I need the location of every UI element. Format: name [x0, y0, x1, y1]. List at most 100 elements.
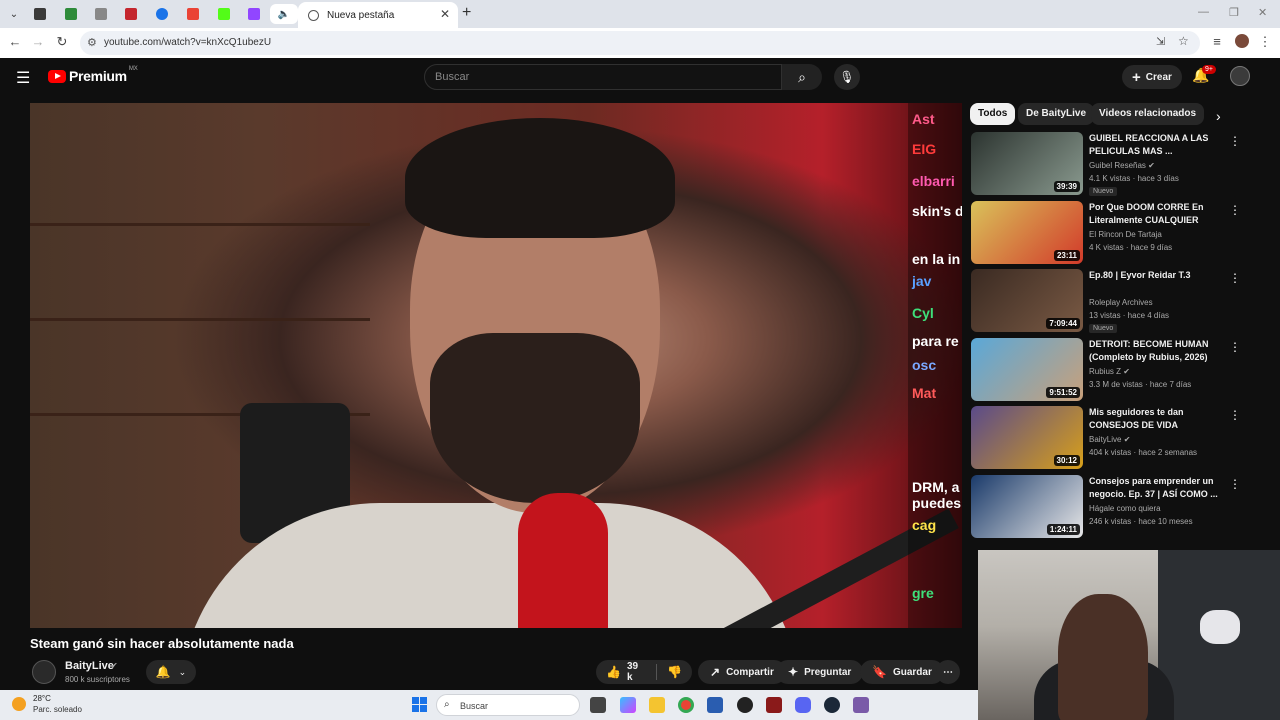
close-window-icon[interactable]: ✕: [1258, 6, 1267, 19]
pinned-tab[interactable]: [148, 4, 176, 24]
recommendation-title[interactable]: GUIBEL REACCIONA A LAS PELICULAS MAS ...: [1089, 132, 1227, 158]
recommendation-item[interactable]: 7:09:44 Ep.80 | Eyvor Reidar T.3 Roleplay …: [971, 269, 1241, 333]
video-thumbnail[interactable]: 30:12: [971, 406, 1083, 469]
chat-message: osc: [912, 357, 937, 373]
thumbs-down-icon: 👎: [667, 665, 682, 679]
install-app-icon[interactable]: ⇲: [1156, 35, 1165, 48]
recommendation-item[interactable]: 1:24:11 Consejos para emprender un negoci…: [971, 474, 1241, 539]
chip-all[interactable]: Todos: [970, 103, 1016, 125]
recommendation-meta: 246 k vistas · hace 10 meses: [1089, 516, 1193, 526]
maximize-icon[interactable]: ❐: [1229, 6, 1239, 19]
bookmark-star-icon[interactable]: ☆: [1178, 34, 1189, 48]
taskbar-search[interactable]: ⌕ Buscar: [436, 694, 580, 716]
pinned-tab[interactable]: [117, 4, 145, 24]
minimize-icon[interactable]: —: [1198, 6, 1209, 18]
app-icon[interactable]: [737, 697, 753, 713]
channel-name[interactable]: BaityLive: [65, 660, 114, 672]
chrome-icon[interactable]: [678, 697, 694, 713]
file-explorer-icon[interactable]: [649, 697, 665, 713]
app-icon[interactable]: [853, 697, 869, 713]
ask-button[interactable]: ✦ Preguntar: [776, 660, 864, 684]
recommendation-title[interactable]: Por Que DOOM CORRE En Literalmente CUALQ…: [1089, 201, 1227, 227]
chevron-right-icon[interactable]: ›: [1216, 108, 1221, 124]
channel-avatar[interactable]: [32, 660, 56, 684]
back-icon[interactable]: ←: [6, 34, 24, 49]
recommendation-title[interactable]: Ep.80 | Eyvor Reidar T.3: [1089, 269, 1227, 282]
video-thumbnail[interactable]: 9:51:52: [971, 337, 1083, 401]
recommendation-title[interactable]: DETROIT: BECOME HUMAN (Completo by Rubiu…: [1089, 338, 1227, 364]
pinned-tab[interactable]: [210, 4, 238, 24]
more-vertical-icon[interactable]: ⋮: [1229, 408, 1241, 422]
more-vertical-icon[interactable]: ⋮: [1229, 477, 1241, 491]
forward-icon[interactable]: →: [29, 34, 47, 49]
video-thumbnail[interactable]: 23:11: [971, 200, 1083, 264]
tab-new[interactable]: Nueva pestaña ✕: [298, 2, 458, 28]
more-vertical-icon[interactable]: ⋮: [1229, 203, 1241, 217]
recommendation-meta: 4 K vistas · hace 9 días: [1089, 242, 1173, 252]
chip-from-channel[interactable]: De BaityLive: [1018, 103, 1095, 125]
video-thumbnail[interactable]: 1:24:11: [971, 474, 1083, 538]
pinned-tab[interactable]: [87, 4, 115, 24]
like-button[interactable]: 👍 39 k: [596, 660, 656, 684]
video-duration: 23:11: [1053, 249, 1080, 261]
reading-list-icon[interactable]: ≡: [1208, 34, 1226, 49]
new-badge: Nuevo: [1089, 187, 1118, 196]
site-info-icon[interactable]: ⚙: [87, 36, 97, 49]
task-view-icon[interactable]: [590, 697, 606, 713]
recommendation-title[interactable]: Consejos para emprender un negocio. Ep. …: [1089, 475, 1227, 501]
discord-icon[interactable]: [795, 697, 811, 713]
more-vertical-icon[interactable]: ⋮: [1229, 340, 1241, 354]
copilot-icon[interactable]: [620, 697, 636, 713]
recommendation-item[interactable]: 9:51:52 DETROIT: BECOME HUMAN (Completo b…: [971, 337, 1241, 402]
youtube-logo[interactable]: Premium MX: [48, 66, 138, 84]
sun-icon[interactable]: [12, 697, 26, 711]
recommendation-item[interactable]: 39:39 GUIBEL REACCIONA A LAS PELICULAS MA…: [971, 132, 1241, 196]
pinned-tab[interactable]: [57, 4, 85, 24]
more-actions-button[interactable]: ⋯: [936, 660, 960, 684]
windows-start-icon[interactable]: [412, 697, 427, 712]
hamburger-menu-icon[interactable]: ☰: [16, 68, 30, 88]
pinned-tab[interactable]: [179, 4, 207, 24]
chat-overlay: Ast EIG elbarri skin's d en la in jav Cyl para …: [908, 103, 962, 628]
profile-avatar[interactable]: [1235, 34, 1249, 48]
recommendation-item[interactable]: 23:11 Por Que DOOM CORRE En Literalmente …: [971, 200, 1241, 265]
pinned-tab-youtube[interactable]: 🔈: [270, 4, 298, 24]
new-tab-button[interactable]: +: [462, 4, 471, 22]
create-button[interactable]: + Crear: [1122, 65, 1182, 89]
weather-temperature[interactable]: 28°C: [33, 694, 51, 703]
verified-icon: ✔: [1148, 161, 1155, 170]
video-thumbnail[interactable]: 7:09:44: [971, 269, 1083, 332]
browser-tab-strip: ⌄ 🔈 Nueva pestaña ✕ + — ❐ ✕: [0, 0, 1280, 28]
recommendation-item[interactable]: 30:12 Mis seguidores te dan CONSEJOS DE V…: [971, 406, 1241, 470]
app-icon: [156, 8, 168, 20]
more-vertical-icon[interactable]: ⋮: [1229, 271, 1241, 285]
account-avatar[interactable]: [1230, 66, 1250, 86]
weather-description[interactable]: Parc. soleado: [33, 705, 82, 714]
video-duration: 9:51:52: [1046, 386, 1080, 398]
app-icon[interactable]: [766, 697, 782, 713]
steam-icon[interactable]: [824, 697, 840, 713]
address-bar[interactable]: ⚙ youtube.com/watch?v=knXcQ1ubezU ⇲ ☆: [80, 31, 1200, 55]
dislike-button[interactable]: 👎: [657, 660, 692, 684]
store-icon[interactable]: [707, 697, 723, 713]
reload-icon[interactable]: ↻: [53, 34, 71, 50]
video-player[interactable]: Ast EIG elbarri skin's d en la in jav Cyl para …: [30, 103, 962, 628]
search-input[interactable]: [435, 71, 755, 83]
save-button[interactable]: 🔖 Guardar: [860, 660, 944, 684]
tab-search-button[interactable]: ⌄: [0, 4, 28, 24]
more-vertical-icon[interactable]: ⋮: [1229, 134, 1241, 148]
close-tab-icon[interactable]: ✕: [440, 7, 450, 21]
pinned-tab[interactable]: [26, 4, 54, 24]
share-button[interactable]: ↗ Compartir: [698, 660, 786, 684]
voice-search-button[interactable]: 🎙: [834, 64, 860, 90]
chat-message: Cyl: [912, 305, 934, 321]
subscription-bell-button[interactable]: 🔔 ⌄: [146, 660, 196, 684]
search-button[interactable]: ⌕: [782, 64, 822, 90]
chip-related[interactable]: Videos relacionados: [1091, 103, 1205, 125]
chevron-down-icon: ⌄: [178, 666, 187, 677]
pinned-tab[interactable]: [240, 4, 268, 24]
video-thumbnail[interactable]: 39:39: [971, 132, 1083, 195]
recommendation-title[interactable]: Mis seguidores te dan CONSEJOS DE VIDA: [1089, 406, 1227, 432]
app-icon: [125, 8, 137, 20]
browser-menu-icon[interactable]: ⋮: [1256, 34, 1274, 50]
